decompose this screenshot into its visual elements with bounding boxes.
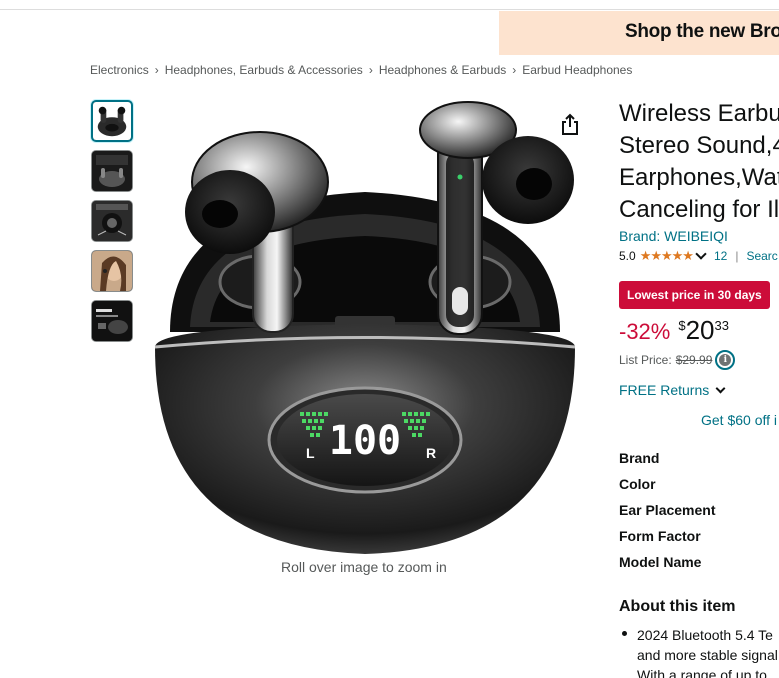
- breadcrumb-separator: ›: [154, 63, 159, 77]
- spec-label-brand: Brand: [619, 450, 660, 466]
- right-indicator-text: R: [426, 445, 436, 461]
- spec-label-color: Color: [619, 476, 656, 492]
- breadcrumb-electronics[interactable]: Electronics: [90, 63, 149, 77]
- spec-label-form-factor: Form Factor: [619, 528, 701, 544]
- battery-display-text: 100: [329, 418, 401, 464]
- discount-percent: -32%: [619, 319, 671, 344]
- info-icon[interactable]: i: [715, 350, 736, 370]
- thumbnail-3[interactable]: [91, 200, 133, 242]
- about-line-2: and more stable signal: [637, 647, 778, 663]
- zoom-hint: Roll over image to zoom in: [281, 559, 447, 575]
- about-line-1: 2024 Bluetooth 5.4 Te: [637, 627, 773, 643]
- promo-text[interactable]: Shop the new Bro: [625, 21, 779, 43]
- breadcrumb-separator: ›: [368, 63, 373, 77]
- rating-divider: |: [735, 249, 739, 263]
- thumbnail-4[interactable]: [91, 250, 133, 292]
- rating-value: 5.0: [619, 249, 636, 263]
- top-divider: [0, 9, 779, 10]
- list-price-value: $29.99: [675, 353, 713, 367]
- spec-label-model-name: Model Name: [619, 554, 702, 570]
- free-returns-link[interactable]: FREE Returns: [619, 382, 730, 398]
- list-price: List Price: $29.99 i: [619, 350, 736, 370]
- coupon-link[interactable]: Get $60 off i: [701, 412, 777, 428]
- brand-link[interactable]: Brand: WEIBEIQI: [619, 228, 728, 244]
- search-page-link[interactable]: Searc: [746, 249, 777, 263]
- breadcrumb: Electronics › Headphones, Earbuds & Access…: [90, 63, 632, 77]
- about-title: About this item: [619, 598, 736, 615]
- thumbnail-list: [91, 100, 135, 350]
- title-line-1: Wireless Earbu: [619, 100, 779, 127]
- price-row: -32% $ 20 33: [619, 316, 729, 348]
- chevron-down-icon[interactable]: [715, 383, 726, 393]
- thumbnail-1[interactable]: [91, 100, 133, 142]
- share-icon[interactable]: [560, 113, 580, 135]
- thumbnail-5[interactable]: [91, 300, 133, 342]
- price-currency: $: [678, 318, 686, 333]
- breadcrumb-headphones-accessories[interactable]: Headphones, Earbuds & Accessories: [165, 63, 363, 77]
- product-main-image[interactable]: 100 L R: [150, 92, 580, 557]
- title-line-4: Canceling for Il: [619, 196, 779, 223]
- star-rating-icon[interactable]: ★★★★★: [640, 248, 694, 264]
- deal-badge: Lowest price in 30 days: [619, 281, 770, 309]
- rating-row: 5.0 ★★★★★ 12 | Searc: [619, 248, 778, 264]
- about-line-3: With a range of up to: [637, 667, 767, 678]
- bullet-icon: [622, 631, 627, 636]
- list-price-label: List Price:: [619, 353, 672, 367]
- price-whole: 20: [685, 315, 715, 345]
- left-indicator-text: L: [306, 445, 315, 461]
- title-line-2: Stereo Sound,4: [619, 132, 779, 159]
- breadcrumb-headphones-earbuds[interactable]: Headphones & Earbuds: [379, 63, 506, 77]
- product-title: Wireless Earbu Stereo Sound,4 Earphones,…: [619, 98, 779, 226]
- spec-label-ear-placement: Ear Placement: [619, 502, 716, 518]
- promo-banner[interactable]: Shop the new Bro: [499, 11, 779, 55]
- price-fraction: 33: [714, 318, 729, 333]
- thumbnail-2[interactable]: [91, 150, 133, 192]
- rating-count-link[interactable]: 12: [714, 249, 727, 263]
- chevron-down-icon[interactable]: [695, 248, 707, 260]
- breadcrumb-earbud-headphones[interactable]: Earbud Headphones: [522, 63, 632, 77]
- free-returns-label[interactable]: FREE Returns: [619, 382, 709, 398]
- spec-table: Brand Color Ear Placement Form Factor Mo…: [619, 450, 716, 580]
- breadcrumb-separator: ›: [512, 63, 517, 77]
- title-line-3: Earphones,Wat: [619, 164, 779, 191]
